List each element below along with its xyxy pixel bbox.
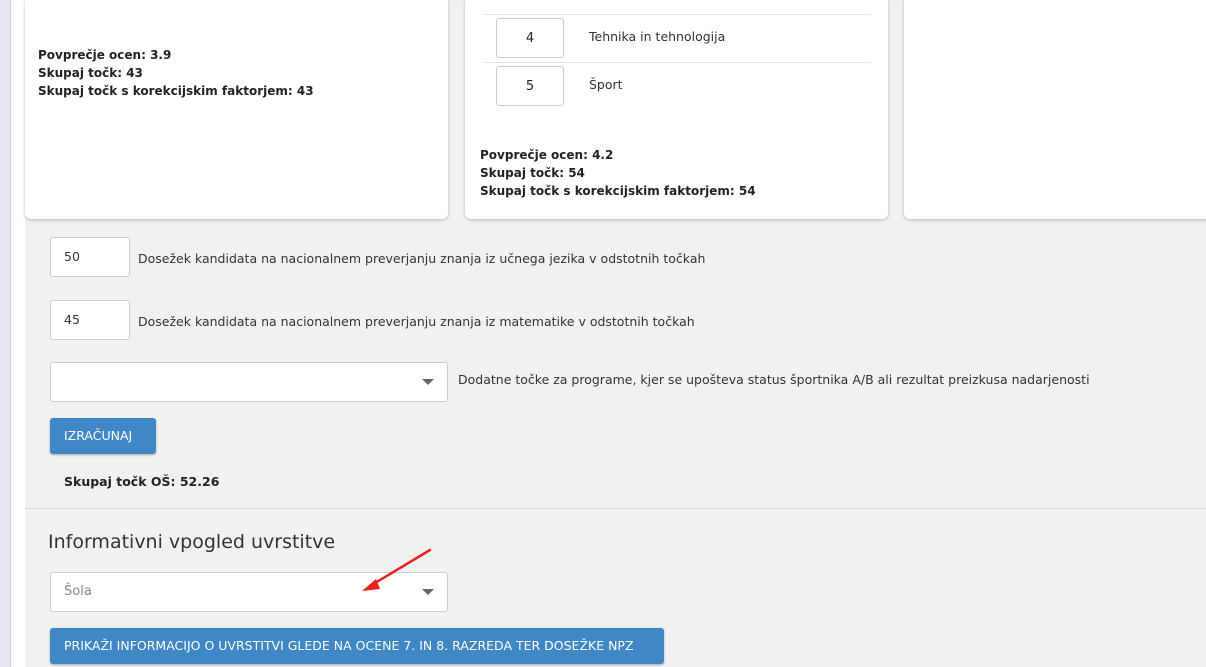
extra-points-select[interactable]	[50, 362, 448, 402]
grades-card-9th	[904, 0, 1206, 219]
card-stats: Povprečje ocen: 4.2 Skupaj točk: 54 Skup…	[480, 146, 756, 200]
subject-label: Tehnika in tehnologija	[589, 29, 726, 44]
total-points-corrected: Skupaj točk s korekcijskim faktorjem: 54	[480, 184, 756, 198]
calculate-button[interactable]: IZRAČUNAJ	[50, 418, 156, 454]
npz-math-input[interactable]: 45	[50, 300, 130, 340]
total-points: Skupaj točk: 54	[480, 166, 585, 180]
left-rail	[0, 0, 11, 667]
extra-points-label: Dodatne točke za programe, kjer se upošt…	[458, 372, 1090, 387]
total-points-corrected: Skupaj točk s korekcijskim faktorjem: 43	[38, 84, 314, 98]
caret-down-icon	[422, 379, 434, 385]
annotation-arrow-icon	[362, 548, 432, 591]
school-select-placeholder: Šola	[64, 584, 92, 599]
show-placement-button[interactable]: PRIKAŽI INFORMACIJO O UVRSTITVI GLEDE NA…	[50, 628, 664, 664]
grade-row: 5 Šport	[483, 62, 871, 110]
section-divider	[25, 508, 1206, 509]
average-grade: Povprečje ocen: 3.9	[38, 48, 172, 62]
subject-label: Šport	[589, 77, 623, 92]
npz-math-label: Dosežek kandidata na nacionalnem preverj…	[138, 314, 695, 329]
average-grade: Povprečje ocen: 4.2	[480, 148, 614, 162]
section-title: Informativni vpogled uvrstitve	[48, 531, 336, 553]
npz-language-label: Dosežek kandidata na nacionalnem preverj…	[138, 251, 706, 266]
grade-input[interactable]: 4	[496, 18, 564, 58]
card-stats: Povprečje ocen: 3.9 Skupaj točk: 43 Skup…	[38, 46, 314, 100]
grade-row: 4 Tehnika in tehnologija	[483, 14, 871, 62]
total-points-os: Skupaj točk OŠ: 52.26	[64, 474, 220, 489]
npz-language-input[interactable]: 50	[50, 237, 130, 277]
grades-card-8th: 4 Tehnika in tehnologija 5 Šport Povpreč…	[465, 0, 888, 219]
total-points: Skupaj točk: 43	[38, 66, 143, 80]
grade-input[interactable]: 5	[496, 66, 564, 106]
grades-card-7th: Povprečje ocen: 3.9 Skupaj točk: 43 Skup…	[25, 0, 448, 219]
